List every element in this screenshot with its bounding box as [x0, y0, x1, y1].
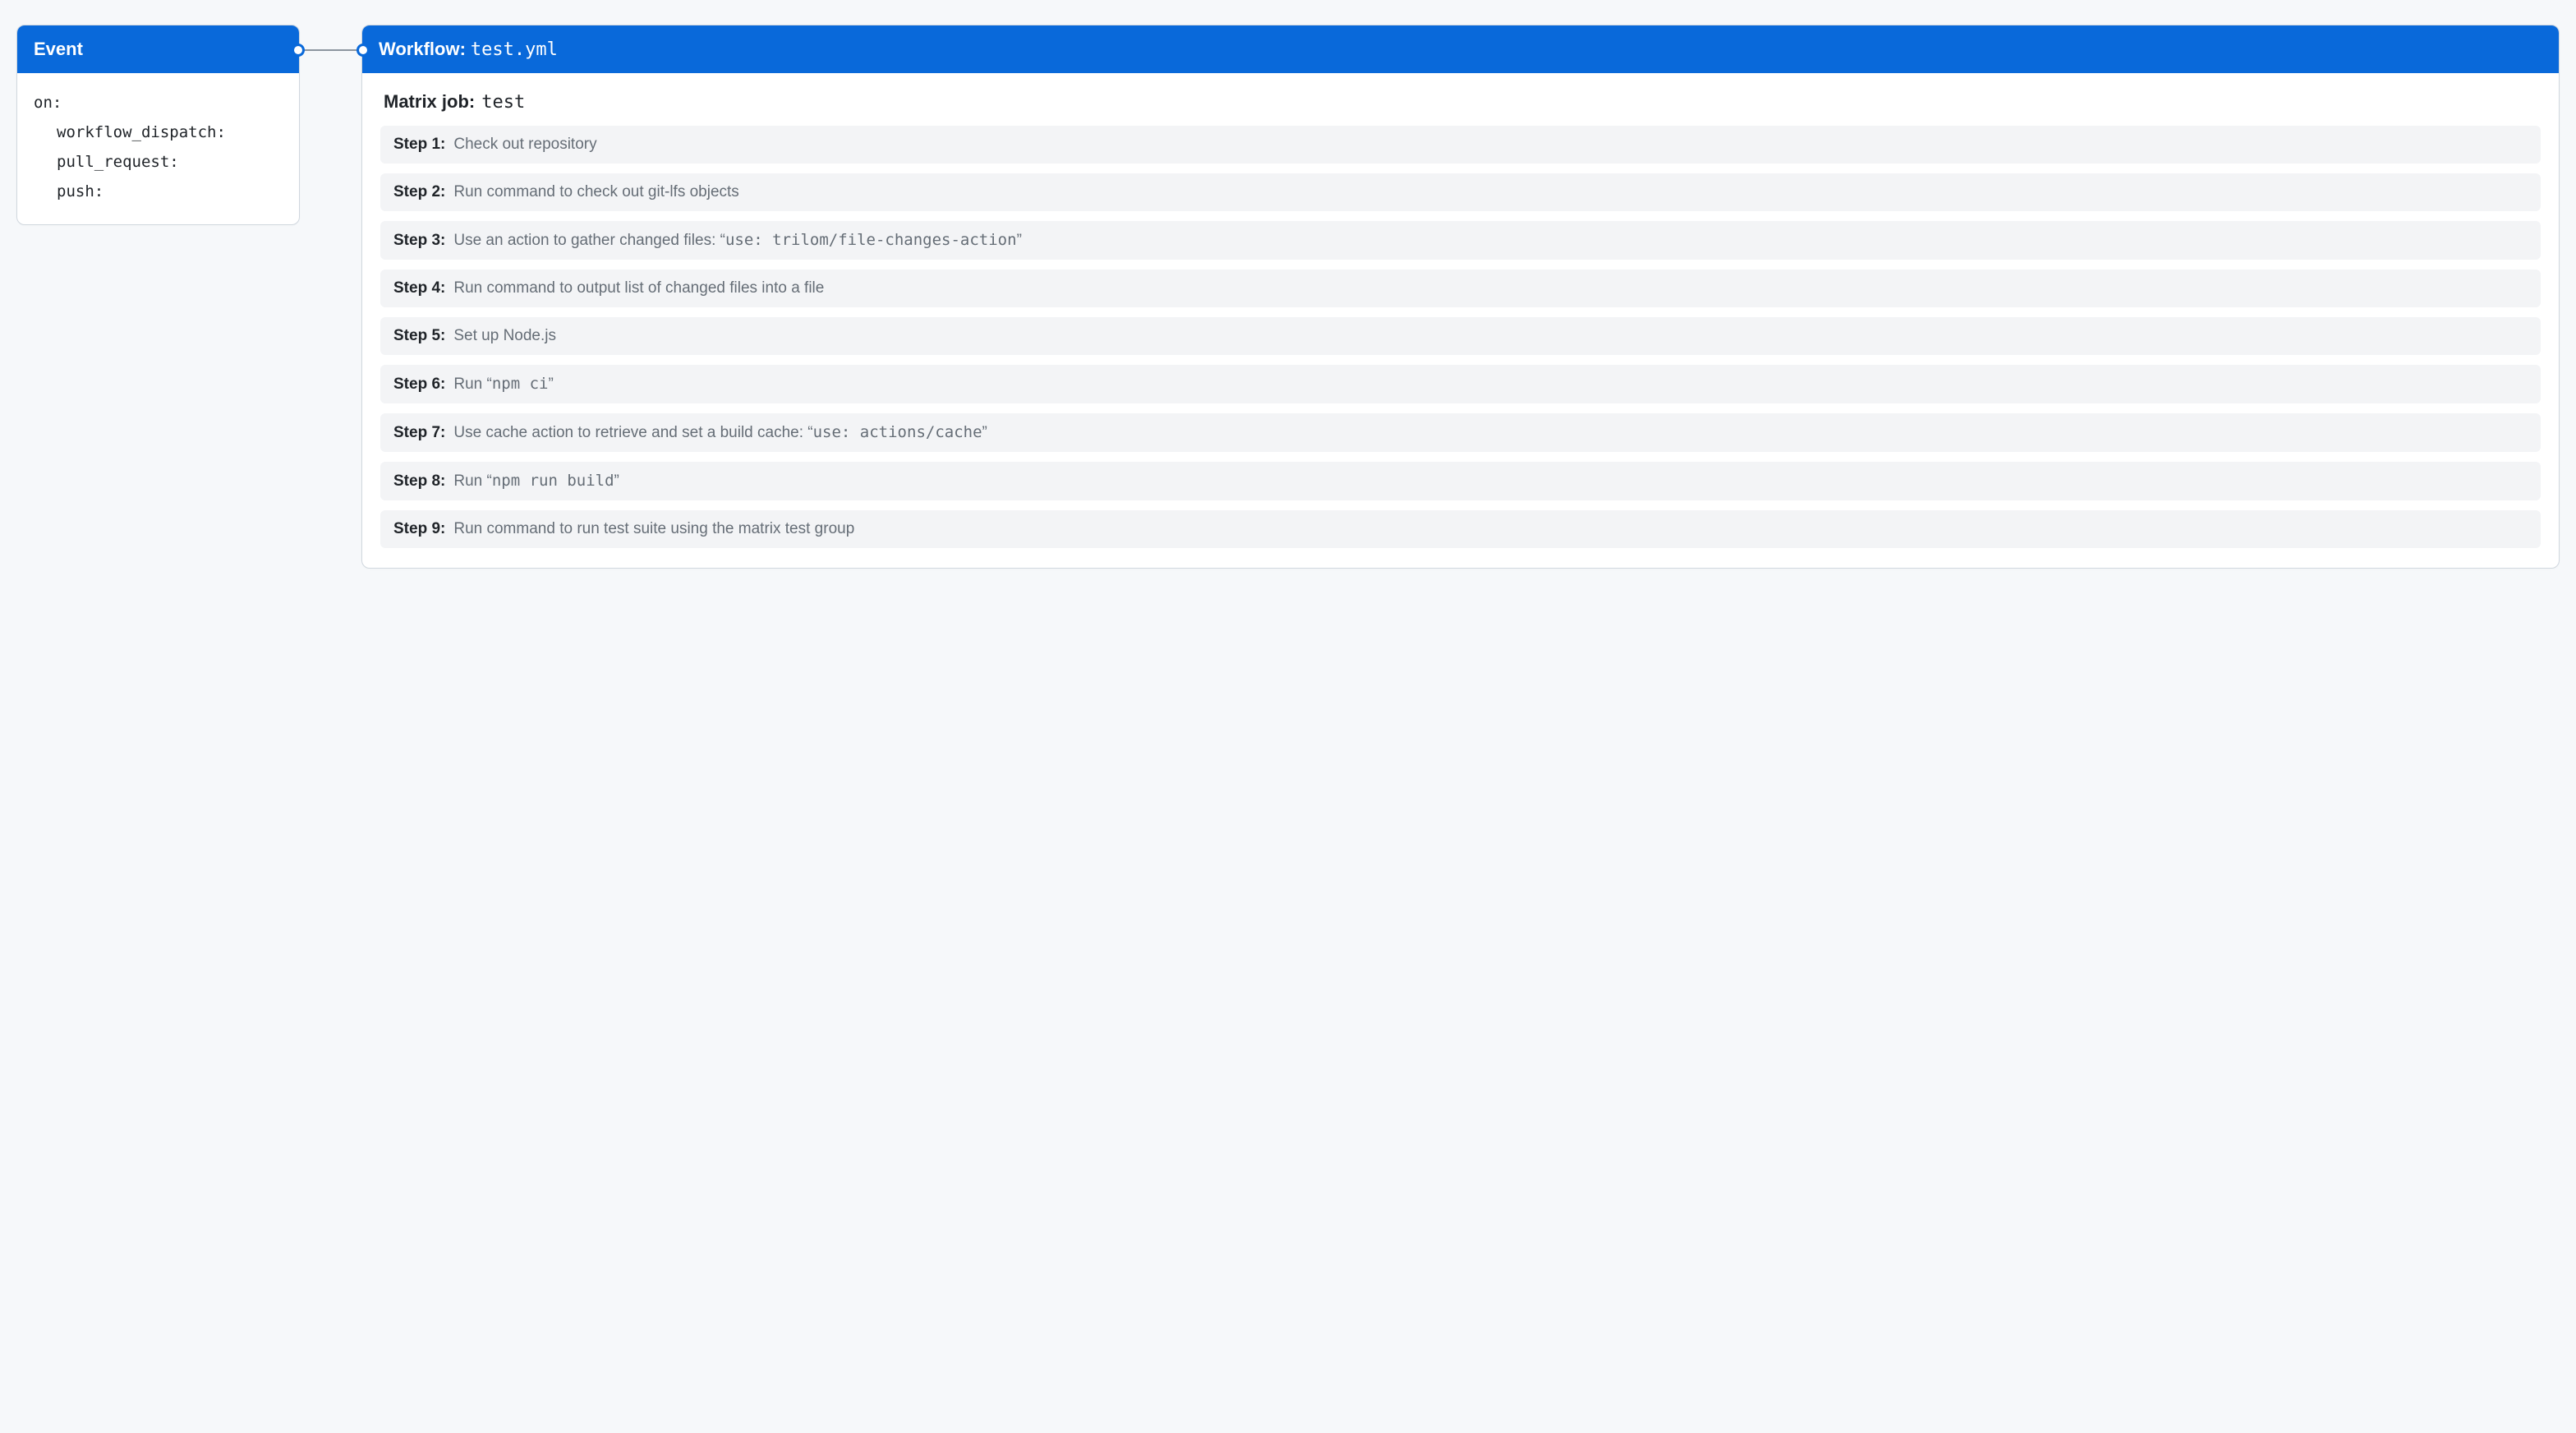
- event-trigger: workflow_dispatch:: [34, 117, 283, 147]
- step-description: Run “npm run build”: [453, 472, 619, 491]
- event-header-text: Event: [34, 39, 83, 60]
- connector-dot-left: [292, 44, 305, 57]
- step-description: Run command to output list of changed fi…: [453, 279, 824, 297]
- step-description: Run command to run test suite using the …: [453, 520, 854, 538]
- step-text: ”: [1017, 232, 1022, 249]
- workflow-step: Step 3: Use an action to gather changed f…: [380, 221, 2541, 260]
- step-description: Run command to check out git-lfs objects: [453, 183, 738, 201]
- connector: [300, 25, 361, 71]
- step-text: Set up Node.js: [453, 327, 556, 344]
- step-text: Run “: [453, 472, 491, 490]
- step-description: Use an action to gather changed files: “…: [453, 231, 1022, 250]
- event-card-header: Event: [17, 25, 299, 73]
- event-card: Event on: workflow_dispatch:pull_request…: [16, 25, 300, 225]
- step-description: Set up Node.js: [453, 327, 556, 345]
- step-label: Step 9:: [393, 520, 445, 538]
- workflow-step: Step 7: Use cache action to retrieve and …: [380, 413, 2541, 452]
- step-code: use: actions/cache: [813, 423, 982, 441]
- workflow-filename: test.yml: [471, 39, 558, 60]
- event-trigger: pull_request:: [34, 147, 283, 177]
- step-text: ”: [982, 424, 987, 441]
- step-code: npm run build: [492, 472, 614, 490]
- event-trigger: push:: [34, 177, 283, 206]
- step-label: Step 1:: [393, 136, 445, 154]
- step-description: Run “npm ci”: [453, 375, 553, 394]
- step-text: ”: [548, 376, 553, 393]
- step-code: use: trilom/file-changes-action: [725, 231, 1017, 249]
- workflow-step: Step 8: Run “npm run build”: [380, 462, 2541, 500]
- step-label: Step 5:: [393, 327, 445, 345]
- step-label: Step 8:: [393, 472, 445, 491]
- workflow-card-header: Workflow: test.yml: [362, 25, 2559, 73]
- step-label: Step 3:: [393, 232, 445, 250]
- job-name: test: [481, 92, 525, 113]
- workflow-step: Step 6: Run “npm ci”: [380, 365, 2541, 403]
- step-label: Step 4:: [393, 279, 445, 297]
- step-text: ”: [614, 472, 619, 490]
- workflow-step: Step 9: Run command to run test suite usi…: [380, 510, 2541, 548]
- job-title-prefix: Matrix job:: [384, 91, 475, 113]
- step-text: Run command to check out git-lfs objects: [453, 183, 738, 200]
- workflow-card: Workflow: test.yml Matrix job: test Step…: [361, 25, 2560, 569]
- job-title: Matrix job: test: [384, 91, 2541, 113]
- step-label: Step 6:: [393, 376, 445, 394]
- step-text: Use cache action to retrieve and set a b…: [453, 424, 812, 441]
- step-text: Use an action to gather changed files: “: [453, 232, 725, 249]
- workflow-card-body: Matrix job: test Step 1: Check out reposi…: [362, 73, 2559, 568]
- step-label: Step 7:: [393, 424, 445, 442]
- workflow-step: Step 4: Run command to output list of cha…: [380, 270, 2541, 307]
- event-code-root: on:: [34, 88, 283, 117]
- step-text: Run command to output list of changed fi…: [453, 279, 824, 297]
- workflow-diagram: Event on: workflow_dispatch:pull_request…: [16, 25, 2560, 569]
- workflow-step: Step 5: Set up Node.js: [380, 317, 2541, 355]
- step-description: Check out repository: [453, 136, 596, 154]
- step-text: Run “: [453, 376, 491, 393]
- workflow-step: Step 2: Run command to check out git-lfs …: [380, 173, 2541, 211]
- event-card-body: on: workflow_dispatch:pull_request:push:: [17, 73, 299, 224]
- workflow-step: Step 1: Check out repository: [380, 126, 2541, 164]
- step-code: npm ci: [492, 375, 549, 393]
- workflow-header-prefix: Workflow:: [379, 39, 466, 60]
- step-text: Run command to run test suite using the …: [453, 520, 854, 537]
- step-label: Step 2:: [393, 183, 445, 201]
- step-description: Use cache action to retrieve and set a b…: [453, 423, 987, 442]
- step-text: Check out repository: [453, 136, 596, 153]
- connector-dot-right: [356, 44, 370, 57]
